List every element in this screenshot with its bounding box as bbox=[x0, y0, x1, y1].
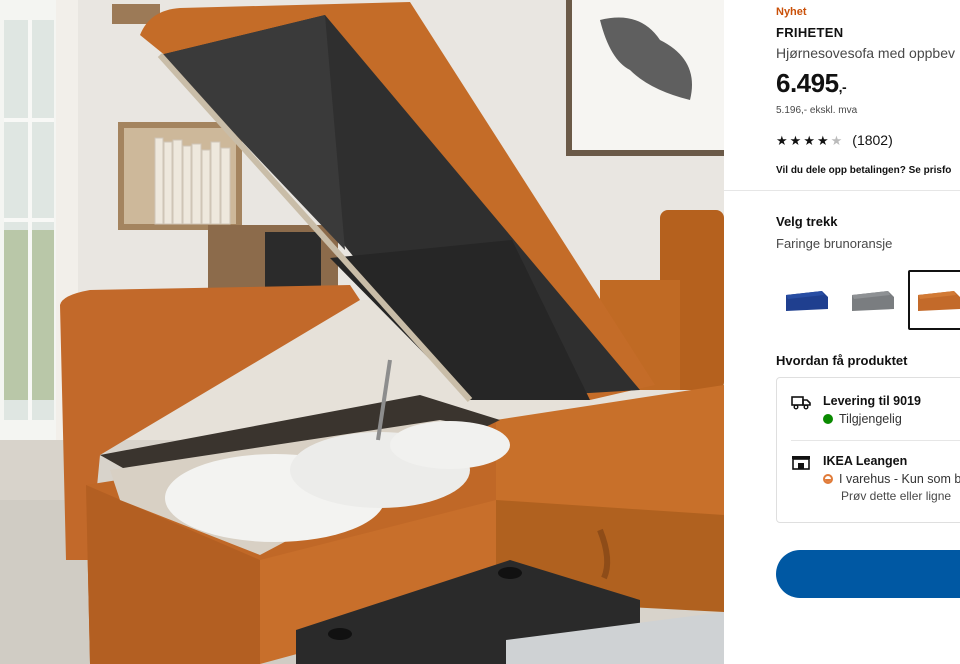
sofa-photo bbox=[0, 0, 724, 664]
price-suffix: ,- bbox=[838, 79, 847, 95]
delivery-title: Hvordan få produktet bbox=[776, 353, 908, 368]
star-icon: ★ bbox=[816, 132, 829, 148]
star-icon: ★ bbox=[776, 132, 788, 148]
price: 6.495,- bbox=[776, 68, 847, 99]
shipping-label: Levering til 9019 bbox=[823, 394, 921, 408]
payment-link[interactable]: Vil du dele opp betalingen? Se prisfo bbox=[776, 165, 951, 176]
star-empty-icon: ★ bbox=[830, 132, 843, 148]
truck-icon bbox=[791, 396, 811, 410]
store-status-text: I varehus - Kun som b bbox=[839, 472, 960, 486]
store-row[interactable]: IKEA Leangen I varehus - Kun som b Prøv … bbox=[791, 454, 960, 503]
price-value: 6.495 bbox=[776, 68, 839, 98]
sofa-blue-icon bbox=[786, 291, 828, 311]
sofa-brown-icon bbox=[918, 291, 960, 311]
cover-title: Velg trekk bbox=[776, 214, 838, 229]
divider bbox=[791, 440, 960, 441]
product-name: FRIHETEN bbox=[776, 25, 844, 40]
store-label: IKEA Leangen bbox=[823, 454, 908, 468]
shipping-row[interactable]: Levering til 9019 Tilgjengelig bbox=[791, 394, 921, 426]
cover-swatches bbox=[776, 270, 960, 330]
store-suggestion: Prøv dette eller ligne bbox=[841, 489, 952, 503]
add-to-cart-button[interactable] bbox=[776, 550, 960, 598]
store-status: I varehus - Kun som b bbox=[823, 472, 960, 486]
star-icon: ★ bbox=[789, 132, 802, 148]
rating[interactable]: ★ ★ ★ ★ ★ (1802) bbox=[776, 132, 893, 148]
swatch-brown-orange[interactable] bbox=[908, 270, 960, 330]
product-image[interactable] bbox=[0, 0, 724, 664]
shipping-status-text: Tilgjengelig bbox=[839, 412, 902, 426]
product-description: Hjørnesovesofa med oppbev bbox=[776, 45, 955, 61]
status-limited-icon bbox=[823, 474, 833, 484]
rating-count[interactable]: (1802) bbox=[852, 132, 892, 148]
divider bbox=[724, 190, 960, 191]
swatch-blue[interactable] bbox=[776, 270, 836, 330]
status-available-icon bbox=[823, 414, 833, 424]
product-info-panel: Nyhet FRIHETEN Hjørnesovesofa med oppbev… bbox=[724, 0, 960, 664]
sofa-grey-icon bbox=[852, 291, 894, 311]
store-icon bbox=[792, 456, 810, 470]
price-ex-vat: 5.196,- ekskl. mva bbox=[776, 105, 858, 116]
availability-box[interactable]: Levering til 9019 Tilgjengelig IKEA Lean… bbox=[776, 377, 960, 523]
star-icon: ★ bbox=[803, 132, 815, 148]
swatch-grey[interactable] bbox=[842, 270, 902, 330]
new-badge: Nyhet bbox=[776, 6, 807, 18]
shipping-status: Tilgjengelig bbox=[823, 412, 921, 426]
cover-selected-value: Faringe brunoransje bbox=[776, 236, 893, 251]
